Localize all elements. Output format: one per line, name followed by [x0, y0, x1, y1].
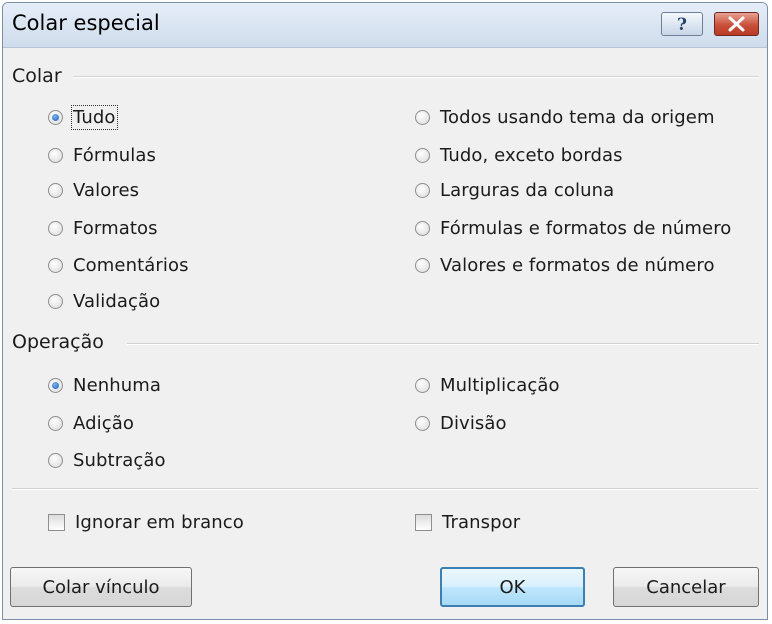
paste-special-dialog: Colar especial ? Colar Tudo Fórmulas Val… [2, 2, 768, 620]
section-heading-colar: Colar [12, 65, 62, 87]
separator-colar [73, 76, 759, 78]
radio-label: Validação [73, 290, 161, 312]
radio-button[interactable] [415, 182, 430, 198]
radio-divisao[interactable]: Divisão [415, 408, 507, 438]
radio-tudo-exceto-bordas[interactable]: Tudo, exceto bordas [415, 140, 623, 170]
radio-label: Comentários [73, 254, 189, 276]
dialog-title: Colar especial [12, 11, 160, 35]
radio-label: Tudo, exceto bordas [440, 144, 623, 166]
radio-label: Fórmulas e formatos de número [440, 217, 732, 239]
radio-adicao[interactable]: Adição [48, 408, 134, 438]
ok-button[interactable]: OK [440, 567, 585, 607]
radio-valores[interactable]: Valores [48, 175, 139, 205]
radio-multiplicacao[interactable]: Multiplicação [415, 370, 560, 400]
radio-label: Multiplicação [440, 374, 560, 396]
radio-label: Fórmulas [73, 144, 156, 166]
cancel-button[interactable]: Cancelar [613, 567, 759, 607]
radio-label: Subtração [73, 449, 166, 471]
radio-button[interactable] [415, 415, 430, 431]
close-icon [728, 16, 745, 32]
radio-button[interactable] [48, 182, 63, 198]
radio-label: Todos usando tema da origem [440, 106, 715, 128]
separator-operacao [127, 343, 759, 345]
radio-tudo[interactable]: Tudo [48, 102, 118, 132]
radio-button[interactable] [48, 147, 63, 163]
radio-button[interactable] [415, 220, 430, 236]
radio-button-selected[interactable] [48, 377, 63, 393]
title-bar[interactable]: Colar especial ? [3, 3, 767, 48]
checkbox[interactable] [48, 513, 65, 531]
radio-subtracao[interactable]: Subtração [48, 445, 166, 475]
radio-label: Larguras da coluna [440, 179, 615, 201]
help-button[interactable]: ? [661, 12, 703, 36]
radio-label: Valores [73, 179, 140, 201]
radio-button[interactable] [48, 257, 63, 273]
question-icon: ? [677, 15, 687, 35]
checkbox-label: Transpor [442, 511, 521, 533]
radio-button[interactable] [415, 257, 430, 273]
radio-valores-formatos-numero[interactable]: Valores e formatos de número [415, 250, 715, 280]
radio-button[interactable] [48, 415, 63, 431]
checkbox-ignorar-em-branco[interactable]: Ignorar em branco [48, 507, 244, 537]
radio-larguras-coluna[interactable]: Larguras da coluna [415, 175, 614, 205]
radio-label: Tudo [71, 104, 118, 130]
checkbox[interactable] [415, 513, 432, 531]
colar-vinculo-button[interactable]: Colar vínculo [10, 567, 192, 607]
radio-label: Formatos [73, 217, 158, 239]
checkbox-transpor[interactable]: Transpor [415, 507, 520, 537]
section-heading-operacao: Operação [12, 331, 104, 353]
radio-label: Divisão [440, 412, 507, 434]
radio-formulas-formatos-numero[interactable]: Fórmulas e formatos de número [415, 213, 731, 243]
radio-button[interactable] [415, 109, 430, 125]
radio-validacao[interactable]: Validação [48, 286, 160, 316]
radio-comentarios[interactable]: Comentários [48, 250, 189, 280]
radio-label: Valores e formatos de número [440, 254, 715, 276]
radio-button[interactable] [415, 147, 430, 163]
radio-nenhuma[interactable]: Nenhuma [48, 370, 161, 400]
radio-button[interactable] [48, 220, 63, 236]
radio-todos-usando-tema[interactable]: Todos usando tema da origem [415, 102, 715, 132]
radio-button[interactable] [415, 377, 430, 393]
radio-button-selected[interactable] [48, 109, 63, 125]
radio-formulas[interactable]: Fórmulas [48, 140, 156, 170]
radio-button[interactable] [48, 452, 63, 468]
close-button[interactable] [714, 12, 759, 36]
svg-text:?: ? [677, 15, 687, 35]
checkbox-label: Ignorar em branco [75, 511, 244, 533]
radio-label: Nenhuma [73, 374, 162, 396]
radio-button[interactable] [48, 293, 63, 309]
separator-checkboxes [12, 488, 759, 490]
radio-label: Adição [73, 412, 134, 434]
radio-formatos[interactable]: Formatos [48, 213, 158, 243]
